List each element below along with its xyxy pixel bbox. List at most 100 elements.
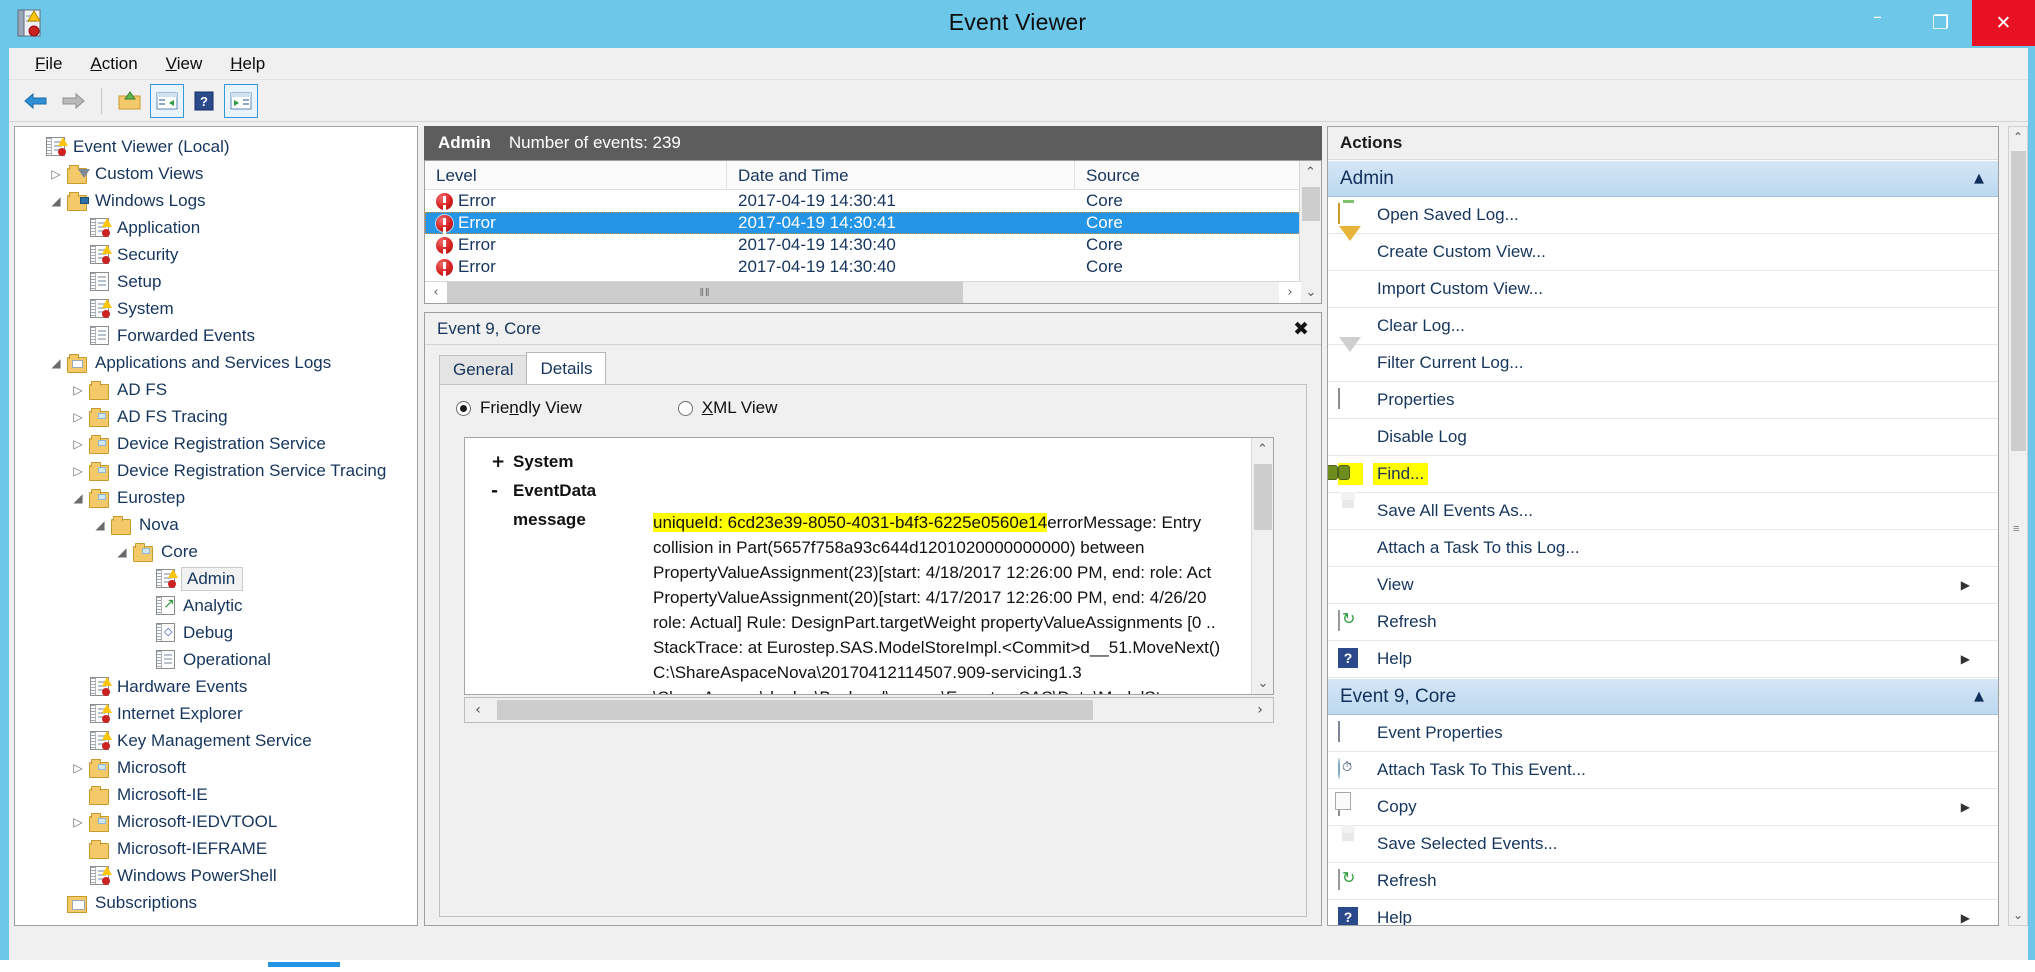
scroll-up-icon[interactable]: ⌃: [1300, 161, 1321, 183]
eventdata-node[interactable]: - EventData: [491, 481, 1273, 501]
show-hide-action-pane-button[interactable]: [224, 84, 258, 118]
tree-item-setup[interactable]: Setup: [15, 268, 417, 295]
actions-group-header[interactable]: Event 9, Core▲: [1328, 678, 1998, 715]
event-scroll-left-icon[interactable]: ‹: [465, 702, 491, 718]
close-button[interactable]: ✕: [1972, 0, 2035, 46]
tree-item-security[interactable]: Security: [15, 241, 417, 268]
tree-item-system[interactable]: System: [15, 295, 417, 322]
scroll-right-icon[interactable]: ›: [1279, 282, 1301, 303]
tree-item-windows-powershell[interactable]: Windows PowerShell: [15, 862, 417, 889]
tree-item-device-registration-service-tracing[interactable]: ▷Device Registration Service Tracing: [15, 457, 417, 484]
minimize-button[interactable]: –: [1846, 0, 1909, 46]
tree-item-core[interactable]: ◢Core: [15, 538, 417, 565]
console-scroll-up-icon[interactable]: ⌃: [2009, 127, 2027, 147]
tree-item-microsoft-ieframe[interactable]: Microsoft-IEFRAME: [15, 835, 417, 862]
table-row[interactable]: Error2017-04-19 14:30:41Core: [425, 212, 1321, 234]
system-node[interactable]: + System: [491, 452, 1273, 472]
action-item-help[interactable]: ?Help▶: [1328, 900, 1998, 926]
chevron-up-icon[interactable]: ▲: [1974, 171, 1984, 186]
tree-item-operational[interactable]: Operational: [15, 646, 417, 673]
action-item-refresh[interactable]: Refresh: [1328, 604, 1998, 641]
tree-item-ad-fs[interactable]: ▷AD FS: [15, 376, 417, 403]
event-hscroll-track[interactable]: [491, 698, 1247, 722]
friendly-view-radio[interactable]: Friendly View: [456, 398, 582, 418]
tree-item-forwarded-events[interactable]: Forwarded Events: [15, 322, 417, 349]
up-one-level-button[interactable]: [113, 84, 147, 118]
tree-item-custom-views[interactable]: ▷Custom Views: [15, 160, 417, 187]
back-button[interactable]: [19, 84, 53, 118]
horizontal-scroll-track[interactable]: ‖‖: [447, 282, 1279, 303]
tree-item-device-registration-service[interactable]: ▷Device Registration Service: [15, 430, 417, 457]
event-list-vertical-scrollbar[interactable]: ⌃ ⌄: [1299, 161, 1321, 303]
tree-item-hardware-events[interactable]: Hardware Events: [15, 673, 417, 700]
expand-collapse-icon[interactable]: ◢: [67, 491, 89, 505]
event-list[interactable]: Level Date and Time Source Error2017-04-…: [424, 160, 1322, 304]
action-item-attach-task-to-this-event[interactable]: Attach Task To This Event...: [1328, 752, 1998, 789]
action-item-refresh[interactable]: Refresh: [1328, 863, 1998, 900]
column-header-source[interactable]: Source: [1075, 161, 1300, 190]
console-scroll-down-icon[interactable]: ⌄: [2009, 905, 2027, 925]
action-item-open-saved-log[interactable]: Open Saved Log...: [1328, 197, 1998, 234]
action-item-copy[interactable]: Copy▶: [1328, 789, 1998, 826]
expand-collapse-icon[interactable]: ▷: [67, 464, 89, 478]
table-row[interactable]: Error2017-04-19 14:30:40Core: [425, 256, 1321, 278]
event-scroll-up-icon[interactable]: ⌃: [1252, 438, 1273, 460]
tree-item-eurostep[interactable]: ◢Eurostep: [15, 484, 417, 511]
console-scroll-thumb[interactable]: [2011, 151, 2026, 451]
action-item-save-selected-events[interactable]: Save Selected Events...: [1328, 826, 1998, 863]
tree-item-microsoft-iedvtool[interactable]: ▷Microsoft-IEDVTOOL: [15, 808, 417, 835]
console-vertical-scrollbar[interactable]: ⌃ ≡ ⌄: [2008, 126, 2028, 926]
actions-group-header[interactable]: Admin▲: [1328, 160, 1998, 197]
tree-item-admin[interactable]: Admin: [15, 565, 417, 592]
expand-collapse-icon[interactable]: ▷: [67, 383, 89, 397]
column-header-level[interactable]: Level: [425, 161, 727, 190]
message-value[interactable]: uniqueId: 6cd23e39-8050-4031-b4f3-6225e0…: [653, 510, 1239, 695]
tree-item-event-viewer-local[interactable]: Event Viewer (Local): [15, 133, 417, 160]
tree-item-windows-logs[interactable]: ◢Windows Logs: [15, 187, 417, 214]
event-scroll-down-icon[interactable]: ⌄: [1252, 672, 1274, 694]
action-item-view[interactable]: View▶: [1328, 567, 1998, 604]
menu-view[interactable]: View: [152, 51, 217, 77]
action-item-create-custom-view[interactable]: Create Custom View...: [1328, 234, 1998, 271]
expand-collapse-icon[interactable]: ▷: [67, 761, 89, 775]
expand-collapse-icon[interactable]: ◢: [45, 356, 67, 370]
action-item-properties[interactable]: Properties: [1328, 382, 1998, 419]
event-list-horizontal-scrollbar[interactable]: ‹ ‖‖ ›: [425, 281, 1301, 303]
horizontal-scroll-thumb[interactable]: ‖‖: [447, 282, 963, 303]
tree-item-ad-fs-tracing[interactable]: ▷AD FS Tracing: [15, 403, 417, 430]
event-xml-view[interactable]: + System - EventData message uniqueId: 6…: [464, 437, 1274, 695]
action-item-event-properties[interactable]: Event Properties: [1328, 715, 1998, 752]
table-row[interactable]: Error2017-04-19 14:30:40Core: [425, 234, 1321, 256]
tab-details[interactable]: Details: [526, 352, 606, 384]
forward-button[interactable]: [56, 84, 90, 118]
expand-collapse-icon[interactable]: ◢: [89, 518, 111, 532]
table-row[interactable]: Error2017-04-19 14:30:41Core: [425, 190, 1321, 212]
scroll-left-icon[interactable]: ‹: [425, 282, 447, 303]
console-tree-pane[interactable]: Event Viewer (Local)▷Custom Views◢Window…: [14, 126, 418, 926]
tree-item-internet-explorer[interactable]: Internet Explorer: [15, 700, 417, 727]
menu-help[interactable]: Help: [216, 51, 279, 77]
expand-collapse-icon[interactable]: ◢: [111, 545, 133, 559]
action-item-clear-log[interactable]: Clear Log...: [1328, 308, 1998, 345]
expand-collapse-icon[interactable]: ▷: [67, 815, 89, 829]
expand-plus-icon[interactable]: +: [491, 452, 513, 472]
action-item-attach-a-task-to-this-log[interactable]: Attach a Task To this Log...: [1328, 530, 1998, 567]
tab-general[interactable]: General: [439, 355, 527, 384]
event-vertical-scroll-thumb[interactable]: [1254, 464, 1272, 530]
action-item-help[interactable]: ?Help▶: [1328, 641, 1998, 678]
chevron-up-icon[interactable]: ▲: [1974, 689, 1984, 704]
expand-collapse-icon[interactable]: ▷: [67, 410, 89, 424]
action-item-find[interactable]: Find...: [1328, 456, 1998, 493]
column-header-datetime[interactable]: Date and Time: [727, 161, 1075, 190]
action-item-save-all-events-as[interactable]: Save All Events As...: [1328, 493, 1998, 530]
tree-item-analytic[interactable]: Analytic: [15, 592, 417, 619]
tree-item-nova[interactable]: ◢Nova: [15, 511, 417, 538]
show-hide-console-tree-button[interactable]: [150, 84, 184, 118]
maximize-button[interactable]: ❐: [1909, 0, 1972, 46]
collapse-minus-icon[interactable]: -: [491, 481, 513, 501]
tree-item-microsoft[interactable]: ▷Microsoft: [15, 754, 417, 781]
expand-collapse-icon[interactable]: ◢: [45, 194, 67, 208]
tree-item-microsoft-ie[interactable]: Microsoft-IE: [15, 781, 417, 808]
details-close-icon[interactable]: ✖: [1293, 318, 1309, 340]
event-hscroll-thumb[interactable]: [497, 700, 1093, 720]
